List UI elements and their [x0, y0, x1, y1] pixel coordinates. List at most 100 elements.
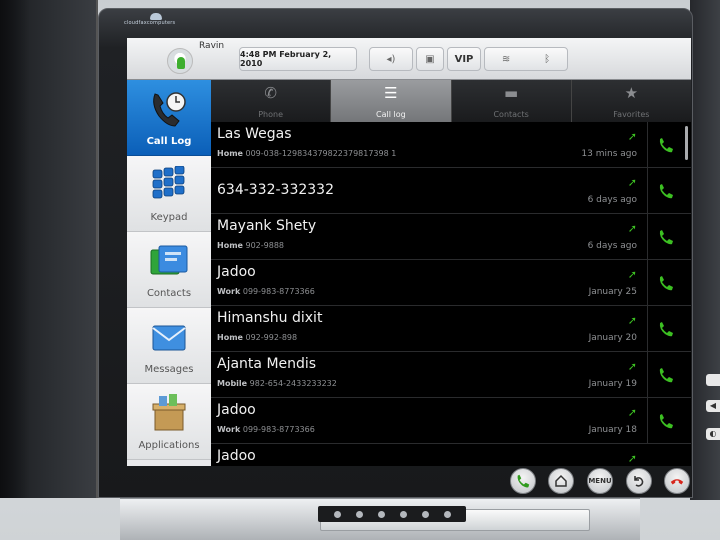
nav-label-applications: Applications — [138, 440, 200, 451]
vip-button[interactable]: VIP — [447, 47, 481, 71]
tab-contacts[interactable]: ▬ Contacts — [451, 80, 572, 122]
screen: Ravin 4:48 PM February 2, 2010 ◂) ▣ VIP … — [127, 38, 691, 466]
list-item[interactable]: Las Wegas Home 009-038-12983437982237981… — [211, 122, 691, 168]
number-type: Mobile — [217, 379, 248, 388]
call-handset-icon — [659, 183, 673, 198]
call-entry[interactable]: Himanshu dixit Home 092-992-898 ➚ Januar… — [211, 306, 645, 351]
nav-call-log[interactable]: Call Log — [127, 80, 211, 156]
contact-name: Jadoo — [217, 264, 256, 280]
envelope-icon — [152, 325, 186, 351]
call-button[interactable] — [647, 306, 683, 351]
call-entry[interactable]: Jadoo ➚ — [211, 444, 645, 466]
call-time: January 25 — [588, 287, 637, 297]
call-handset-icon — [659, 137, 673, 152]
lock-button[interactable]: ▣ — [416, 47, 444, 71]
speaker-button[interactable]: ◂) — [369, 47, 413, 71]
call-time: 6 days ago — [587, 195, 637, 205]
call-time: January 18 — [588, 425, 637, 435]
tab-phone[interactable]: ✆ Phone — [211, 80, 332, 122]
contact-name: Himanshu dixit — [217, 310, 323, 326]
phone-number: 009-038-129834379822379817398 1 — [245, 149, 397, 158]
back-key[interactable] — [626, 468, 652, 494]
left-navigation: Call Log Keypad Contacts Messages Applic… — [127, 80, 211, 466]
tab-label-favorites: Favorites — [613, 110, 650, 119]
phone-number: 902-9888 — [245, 241, 285, 250]
call-button[interactable] — [647, 352, 683, 397]
call-button[interactable] — [647, 122, 683, 167]
stand-dot-icon — [443, 510, 451, 518]
list-scrollbar[interactable] — [685, 126, 688, 160]
number-type: Work — [217, 287, 241, 296]
nav-label-keypad: Keypad — [150, 212, 188, 223]
call-log-list[interactable]: Las Wegas Home 009-038-12983437982237981… — [211, 122, 691, 466]
list-item[interactable]: Ajanta Mendis Mobile 982-654-2433233232 … — [211, 352, 691, 398]
nav-label-contacts: Contacts — [146, 288, 192, 299]
phone-icon: ✆ — [264, 84, 277, 102]
nav-keypad[interactable]: Keypad — [127, 156, 211, 232]
stand-dot-icon — [355, 510, 363, 518]
tab-favorites[interactable]: ★ Favorites — [571, 80, 691, 122]
menu-key[interactable]: MENU — [587, 468, 613, 494]
call-time: January 19 — [588, 379, 637, 389]
side-key-1[interactable] — [706, 374, 720, 386]
number-type: Work — [217, 425, 241, 434]
contact-name: 634-332-332332 — [217, 182, 334, 198]
call-button[interactable] — [647, 398, 683, 443]
speaker-icon: ◂) — [386, 53, 396, 65]
contact-detail: Work 099-983-8773366 — [217, 287, 315, 296]
brand-logo-icon — [150, 13, 162, 20]
connectivity-indicators: ≋ ᛒ — [484, 47, 568, 71]
call-button[interactable] — [647, 168, 683, 213]
phone-number: 092-992-898 — [245, 333, 298, 342]
home-icon — [555, 474, 567, 487]
call-button[interactable] — [647, 214, 683, 259]
number-type: Home — [217, 149, 243, 158]
contact-detail: Mobile 982-654-2433233232 — [217, 379, 337, 388]
bluetooth-icon: ᛒ — [544, 53, 551, 65]
list-item[interactable]: 634-332-332332 ➚ 6 days ago — [211, 168, 691, 214]
outgoing-arrow-icon: ➚ — [627, 406, 637, 419]
list-item[interactable]: Jadoo Work 099-983-8773366 ➚ January 18 — [211, 398, 691, 444]
end-call-key[interactable] — [664, 468, 690, 494]
call-button[interactable] — [647, 260, 683, 305]
contact-name: Ajanta Mendis — [217, 356, 317, 372]
list-item[interactable]: Jadoo ➚ — [211, 444, 691, 466]
call-handset-icon — [659, 229, 673, 244]
end-call-icon — [670, 479, 684, 485]
brand-name: cloudfaxcomputers — [124, 20, 176, 26]
outgoing-arrow-icon: ➚ — [627, 268, 637, 281]
call-entry[interactable]: Mayank Shety Home 902-9888 ➚ 6 days ago — [211, 214, 645, 259]
call-time: 13 mins ago — [581, 149, 637, 159]
contact-name: Mayank Shety — [217, 218, 317, 234]
document-icon: ☰ — [384, 84, 398, 102]
list-item[interactable]: Himanshu dixit Home 092-992-898 ➚ Januar… — [211, 306, 691, 352]
contact-detail: Home 902-9888 — [217, 241, 284, 250]
call-log-icon — [153, 92, 186, 127]
user-avatar[interactable] — [167, 48, 193, 74]
contact-detail: Home 009-038-129834379822379817398 1 — [217, 149, 396, 158]
side-volume-icon[interactable]: ◀ — [706, 400, 720, 412]
user-name: Ravin — [199, 41, 225, 51]
call-entry[interactable]: Jadoo Work 099-983-8773366 ➚ January 18 — [211, 398, 645, 443]
tab-label-call-log: Call log — [376, 110, 406, 119]
nav-messages[interactable]: Messages — [127, 308, 211, 384]
list-item[interactable]: Mayank Shety Home 902-9888 ➚ 6 days ago — [211, 214, 691, 260]
stand-dot-icon — [333, 510, 341, 518]
nav-contacts[interactable]: Contacts — [127, 232, 211, 308]
phone-number: 099-983-8773366 — [242, 425, 315, 434]
contact-detail: Home 092-992-898 — [217, 333, 297, 342]
home-key[interactable] — [548, 468, 574, 494]
outgoing-arrow-icon: ➚ — [627, 222, 637, 235]
nav-applications[interactable]: Applications — [127, 384, 211, 460]
call-entry[interactable]: Ajanta Mendis Mobile 982-654-2433233232 … — [211, 352, 645, 397]
number-type: Home — [217, 333, 243, 342]
call-key[interactable] — [510, 468, 536, 494]
call-entry[interactable]: Jadoo Work 099-983-8773366 ➚ January 25 — [211, 260, 645, 305]
list-item[interactable]: Jadoo Work 099-983-8773366 ➚ January 25 — [211, 260, 691, 306]
side-mute-icon[interactable]: ◐ — [706, 428, 720, 440]
tab-call-log[interactable]: ☰ Call log — [331, 80, 452, 122]
call-entry[interactable]: 634-332-332332 ➚ 6 days ago — [211, 168, 645, 213]
phone-device: ◀ ◐ cloudfaxcomputers Ravin 4:48 PM Febr… — [0, 0, 720, 540]
call-entry[interactable]: Las Wegas Home 009-038-12983437982237981… — [211, 122, 645, 167]
clock-display: 4:48 PM February 2, 2010 — [239, 47, 357, 71]
